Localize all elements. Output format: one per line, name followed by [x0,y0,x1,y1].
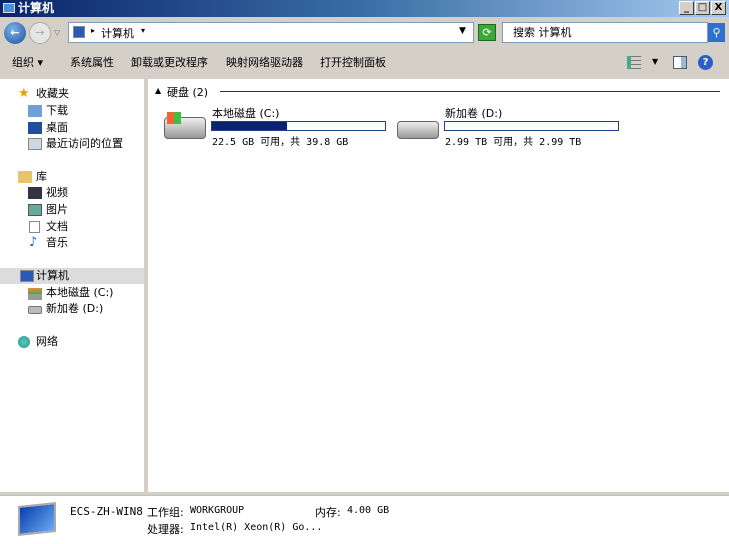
view-options-icon[interactable] [627,56,641,69]
minimize-button[interactable]: _ [679,1,694,15]
address-bar[interactable]: ▸ 计算机 ▾ ▼ [68,22,474,43]
uninstall-program-button[interactable]: 卸载或更改程序 [131,56,208,70]
address-dropdown-icon[interactable]: ▼ [459,26,466,36]
workgroup-value: WORKGROUP [190,505,245,516]
nav-desktop[interactable]: 桌面 [28,120,68,136]
drive-usage-fill [212,122,288,130]
drive-usage-bar [444,121,619,131]
network-icon [18,336,30,348]
group-header-hard-disks[interactable]: 硬盘 (2) [167,84,208,100]
recent-places-icon [28,138,42,150]
organize-button[interactable]: 组织 ▾ [12,56,43,70]
documents-icon [29,221,40,233]
view-dropdown-icon[interactable]: ▼ [652,57,658,66]
computer-icon [3,3,15,13]
system-properties-button[interactable]: 系统属性 [70,56,114,70]
back-button[interactable]: ← [4,22,26,44]
breadcrumb-arrow-icon[interactable]: ▸ [91,26,95,35]
drive-space-info: 22.5 GB 可用，共 39.8 GB [212,137,349,148]
preview-pane-icon[interactable] [673,56,687,69]
window-title: 计算机 [18,1,55,15]
map-network-drive-button[interactable]: 映射网络驱动器 [226,56,303,70]
nav-computer[interactable]: 计算机 [0,268,144,284]
drive-space-info: 2.99 TB 可用，共 2.99 TB [445,137,582,148]
drive-usage-bar [211,121,386,131]
maximize-button[interactable]: □ [695,1,710,15]
breadcrumb-computer[interactable]: 计算机 [101,25,134,41]
nav-network[interactable]: 网络 [18,334,58,350]
system-drive-icon [28,288,42,300]
close-button[interactable]: X [711,1,726,15]
processor-label: 处理器: [147,523,184,536]
help-icon[interactable]: ? [698,55,713,70]
navigation-pane: ★ 收藏夹 下载 桌面 最近访问的位置 库 视频 图片 文档 ♪ 音乐 计算机 本地… [0,79,146,492]
nav-favorites[interactable]: ★ 收藏夹 [18,86,69,102]
computer-icon [73,26,85,38]
drive-icon [397,121,439,139]
nav-libraries[interactable]: 库 [18,169,47,185]
nav-pictures[interactable]: 图片 [28,202,68,218]
computer-large-icon [18,502,56,536]
title-bar: 计算机 [0,0,729,17]
nav-music[interactable]: ♪ 音乐 [28,235,68,251]
forward-button[interactable]: → [29,22,51,44]
computer-name: ECS-ZH-WIN8 [70,505,143,518]
music-icon: ♪ [29,235,38,250]
nav-documents[interactable]: 文档 [28,219,68,235]
system-drive-icon [164,112,206,139]
computer-icon [20,270,34,282]
details-pane: ECS-ZH-WIN8 工作组: WORKGROUP 内存: 4.00 GB 处… [0,495,729,544]
search-icon[interactable]: ⚲ [708,23,725,42]
drive-icon [28,306,42,314]
memory-value: 4.00 GB [347,505,390,516]
memory-label: 内存: [315,506,341,519]
star-icon: ★ [18,86,30,101]
videos-icon [28,187,42,199]
group-divider [220,91,720,92]
nav-videos[interactable]: 视频 [28,185,68,201]
nav-drive-d[interactable]: 新加卷 (D:) [28,301,103,317]
drive-tile-c[interactable]: 本地磁盘 (C:) 22.5 GB 可用，共 39.8 GB [162,103,392,148]
drive-name: 新加卷 (D:) [445,107,503,120]
nav-downloads[interactable]: 下载 [28,103,68,119]
open-control-panel-button[interactable]: 打开控制面板 [320,56,386,70]
history-dropdown-icon[interactable]: ▽ [54,28,60,37]
pictures-icon [28,204,42,216]
drive-name: 本地磁盘 (C:) [212,107,280,120]
collapse-group-icon[interactable]: ▲ [155,86,161,95]
drive-tile-d[interactable]: 新加卷 (D:) 2.99 TB 可用，共 2.99 TB [395,103,625,148]
nav-recent-places[interactable]: 最近访问的位置 [28,136,123,152]
workgroup-label: 工作组: [147,506,184,519]
processor-value: Intel(R) Xeon(R) Go... [190,522,323,533]
breadcrumb-arrow-icon[interactable]: ▾ [141,26,145,35]
content-pane: ▲ 硬盘 (2) 本地磁盘 (C:) 22.5 GB 可用，共 39.8 GB … [148,79,729,492]
downloads-folder-icon [28,105,42,117]
refresh-button[interactable]: ⟳ [478,24,496,41]
search-input[interactable]: 搜索 计算机 [502,22,708,43]
desktop-icon [28,122,42,134]
search-placeholder: 搜索 计算机 [513,26,572,39]
nav-drive-c[interactable]: 本地磁盘 (C:) [28,285,113,301]
libraries-icon [18,171,32,183]
